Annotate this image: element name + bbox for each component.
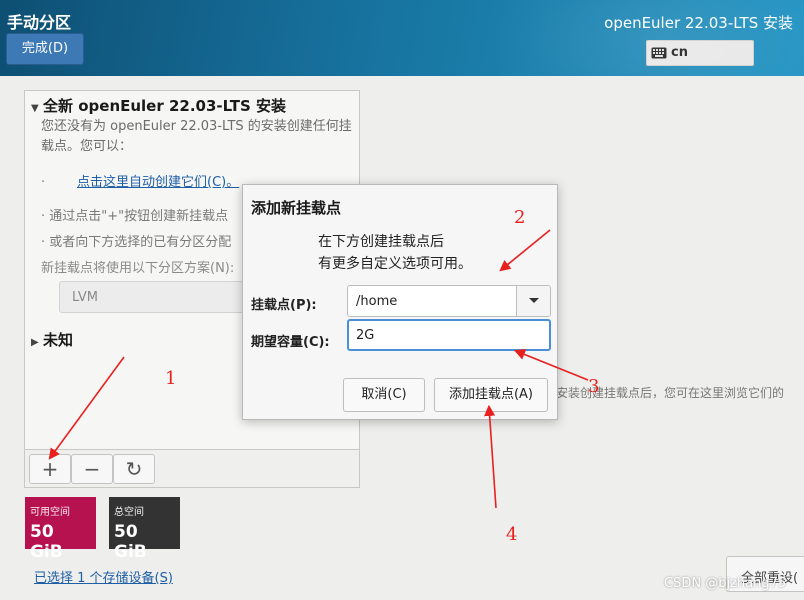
plus-button-hint: · 通过点击"+"按钮创建新挂载点: [41, 209, 229, 224]
unknown-heading: 未知: [43, 331, 74, 349]
annotation-label-3: 3: [588, 376, 600, 397]
keyboard-layout-label: cn: [671, 45, 688, 60]
add-mount-point-confirm-button[interactable]: 添加挂载点(A): [434, 378, 548, 412]
available-space-label: 可用空间: [30, 507, 70, 518]
mount-point-combobox[interactable]: /home: [347, 285, 551, 317]
add-mount-point-dialog: 添加新挂载点 在下方创建挂载点后 有更多自定义选项可用。 挂载点(P): /ho…: [242, 184, 558, 420]
dialog-description: 在下方创建挂载点后 有更多自定义选项可用。: [318, 231, 472, 275]
dialog-description-line1: 在下方创建挂载点后: [318, 234, 444, 250]
total-space-label: 总空间: [114, 507, 144, 518]
watermark: CSDN @bjzhang75: [664, 576, 787, 591]
auto-create-item: · 点击这里自动创建它们(C)。: [41, 175, 240, 190]
available-space-box: 可用空间 50 GiB: [25, 497, 96, 562]
annotation-label-4: 4: [506, 524, 518, 545]
storage-devices-link[interactable]: 已选择 1 个存储设备(S): [34, 567, 173, 586]
assign-existing-hint: · 或者向下方选择的已有分区分配: [41, 235, 232, 250]
capacity-label: 期望容量(C):: [251, 335, 330, 350]
mount-point-toolbar: + − ↻: [25, 449, 359, 487]
available-space-value: 50 GiB: [30, 522, 63, 562]
mount-point-label: 挂载点(P):: [251, 298, 317, 313]
add-mount-point-button[interactable]: +: [29, 454, 71, 484]
collapse-arrow-icon: ▶: [31, 337, 39, 348]
annotation-label-1: 1: [165, 368, 177, 389]
dialog-description-line2: 有更多自定义选项可用。: [318, 256, 472, 272]
partition-scheme-value: LVM: [72, 290, 98, 305]
annotation-arrow-4: [484, 404, 497, 509]
done-button[interactable]: 完成(D): [6, 33, 84, 65]
partition-scheme-label: 新挂载点将使用以下分区方案(N):: [41, 261, 235, 276]
mount-point-dropdown-button[interactable]: [516, 286, 550, 316]
chevron-down-icon: [529, 298, 539, 303]
new-install-section[interactable]: ▼ 全新 openEuler 22.03-LTS 安装: [31, 95, 286, 116]
remove-mount-point-button[interactable]: −: [71, 454, 113, 484]
cancel-button[interactable]: 取消(C): [343, 378, 425, 412]
new-install-heading: 全新 openEuler 22.03-LTS 安装: [43, 97, 286, 115]
total-space-value: 50 GiB: [114, 522, 147, 562]
refresh-button[interactable]: ↻: [113, 454, 155, 484]
unknown-section[interactable]: ▶ 未知: [31, 329, 73, 350]
new-install-description: 您还没有为 openEuler 22.03-LTS 的安装创建任何挂载点。您可以…: [41, 119, 352, 154]
product-title: openEuler 22.03-LTS 安装: [604, 14, 793, 32]
mount-point-value: /home: [356, 294, 398, 309]
annotation-label-2: 2: [514, 207, 526, 228]
keyboard-icon: [651, 47, 667, 59]
expand-arrow-icon: ▼: [31, 103, 39, 114]
dialog-title: 添加新挂载点: [251, 199, 342, 217]
keyboard-layout-indicator[interactable]: cn: [646, 40, 754, 66]
header-bar: 手动分区 完成(D) openEuler 22.03-LTS 安装 cn: [0, 0, 804, 76]
page-title: 手动分区: [7, 13, 72, 32]
auto-create-link[interactable]: 点击这里自动创建它们(C)。: [77, 175, 239, 190]
capacity-input[interactable]: [347, 319, 551, 351]
total-space-box: 总空间 50 GiB: [109, 497, 180, 562]
